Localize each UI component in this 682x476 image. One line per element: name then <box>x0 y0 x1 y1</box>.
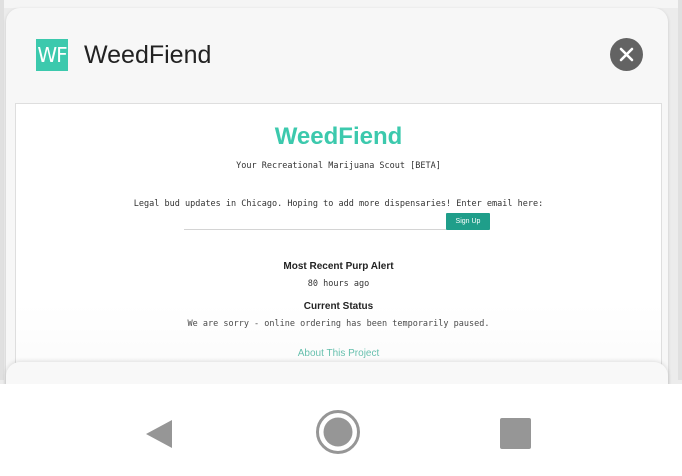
close-icon <box>619 47 634 62</box>
app-title: WeedFiend <box>84 41 212 69</box>
recents-icon[interactable] <box>500 418 531 449</box>
alert-heading: Most Recent Purp Alert <box>283 261 394 272</box>
site-title: WeedFiend <box>274 123 403 150</box>
background-card <box>0 0 682 8</box>
background-edge-right <box>678 0 682 380</box>
email-input[interactable] <box>184 229 446 230</box>
card-header: WF WeedFiend <box>6 8 668 100</box>
back-icon[interactable] <box>143 418 175 450</box>
website-preview[interactable]: WeedFiend Your Recreational Marijuana Sc… <box>15 103 662 395</box>
status-heading: Current Status <box>303 301 374 312</box>
signup-button[interactable]: Sign Up <box>446 213 490 230</box>
home-icon[interactable] <box>315 409 361 455</box>
status-value: We are sorry - online ordering has been … <box>187 319 490 329</box>
alert-value: 80 hours ago <box>307 279 370 289</box>
about-link[interactable]: About This Project <box>16 348 661 359</box>
background-edge-left <box>0 0 4 380</box>
site-description: Legal bud updates in Chicago. Hoping to … <box>133 199 544 209</box>
app-card[interactable]: WF WeedFiend WeedFiend Your Recreational… <box>6 8 668 408</box>
site-subtitle: Your Recreational Marijuana Scout [BETA] <box>236 161 441 171</box>
app-icon: WF <box>36 39 68 71</box>
navigation-bar <box>0 384 682 476</box>
close-button[interactable] <box>610 38 643 71</box>
